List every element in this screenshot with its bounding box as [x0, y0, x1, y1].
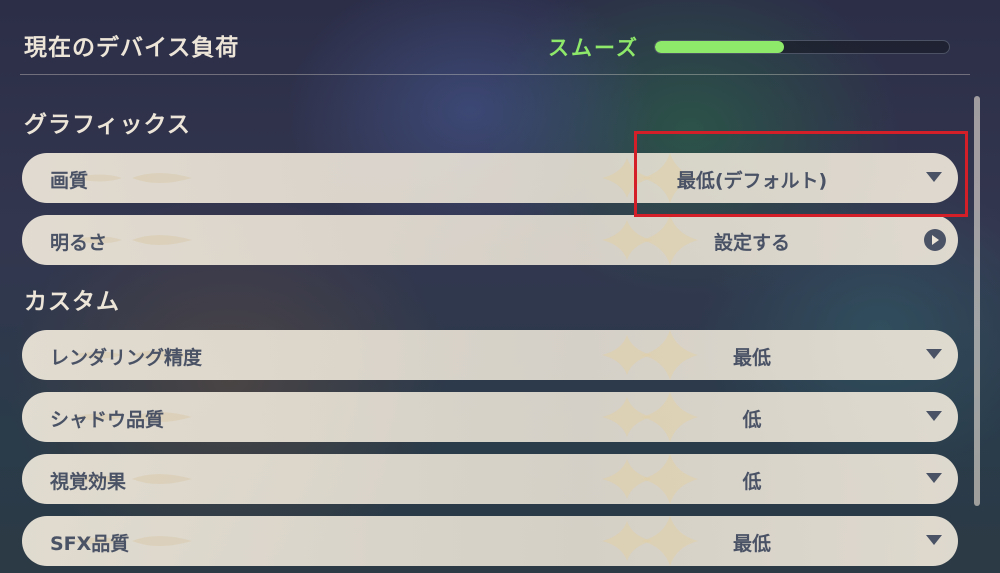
setting-row-shadow-quality[interactable]: シャドウ品質 低 — [22, 392, 958, 442]
setting-row-brightness[interactable]: 明るさ 設定する — [22, 215, 958, 265]
play-circle-icon[interactable] — [924, 229, 946, 251]
triangle-down-icon[interactable] — [926, 411, 942, 421]
setting-row-sfx-quality[interactable]: SFX品質 最低 — [22, 516, 958, 566]
settings-scrollbar[interactable] — [974, 96, 980, 506]
setting-value-brightness: 設定する — [713, 232, 790, 254]
setting-label-quality: 画質 — [50, 170, 89, 192]
device-load-bar — [654, 40, 950, 54]
device-load-title: 現在のデバイス負荷 — [24, 35, 240, 61]
setting-row-visual-effects[interactable]: 視覚効果 低 — [22, 454, 958, 504]
load-status-label: スムーズ — [548, 36, 639, 60]
header-divider — [20, 74, 970, 75]
triangle-down-icon[interactable] — [926, 172, 942, 182]
setting-label-render-resolution: レンダリング精度 — [50, 347, 203, 369]
triangle-down-icon[interactable] — [926, 473, 942, 483]
triangle-down-icon[interactable] — [926, 535, 942, 545]
section-title-graphics: グラフィックス — [24, 112, 191, 138]
setting-label-brightness: 明るさ — [50, 232, 108, 254]
setting-row-quality[interactable]: 画質 最低(デフォルト) — [22, 153, 958, 203]
setting-label-shadow-quality: シャドウ品質 — [50, 409, 165, 431]
setting-value-visual-effects: 低 — [742, 471, 762, 493]
setting-value-shadow-quality: 低 — [742, 409, 762, 431]
triangle-down-icon[interactable] — [926, 349, 942, 359]
setting-row-render-resolution[interactable]: レンダリング精度 最低 — [22, 330, 958, 380]
setting-value-render-resolution: 最低 — [732, 347, 771, 369]
device-load-bar-fill — [655, 41, 785, 53]
setting-value-sfx-quality: 最低 — [732, 533, 771, 555]
setting-label-sfx-quality: SFX品質 — [50, 533, 130, 555]
setting-label-visual-effects: 視覚効果 — [50, 471, 127, 493]
setting-value-quality: 最低(デフォルト) — [676, 170, 828, 192]
section-title-custom: カスタム — [24, 289, 120, 315]
